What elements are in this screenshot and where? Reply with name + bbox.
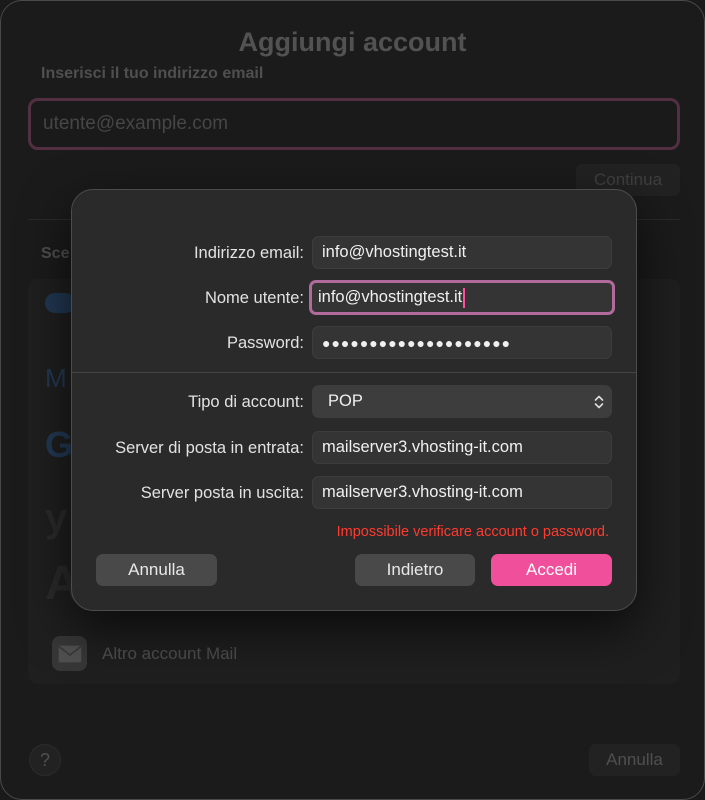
envelope-icon[interactable] (52, 636, 87, 671)
username-value: info@vhostingtest.it (318, 288, 463, 306)
sheet-divider (72, 372, 636, 373)
google-icon[interactable]: G (45, 424, 73, 466)
sign-in-button[interactable]: Accedi (491, 554, 612, 586)
account-type-select[interactable]: POP (312, 385, 612, 418)
error-message: Impossibile verificare account o passwor… (336, 524, 609, 540)
email-input[interactable] (28, 98, 680, 150)
window-title: Aggiungi account (238, 27, 467, 57)
text-caret (463, 287, 466, 308)
help-button[interactable]: ? (29, 744, 61, 776)
password-field[interactable]: ●●●●●●●●●●●●●●●●●●●● (312, 326, 612, 359)
account-type-value: POP (328, 392, 363, 410)
incoming-server-field[interactable] (312, 431, 612, 464)
email-address-field[interactable] (312, 236, 612, 269)
envelope-glyph (57, 644, 82, 663)
yahoo-icon[interactable]: y (45, 496, 67, 541)
account-settings-sheet: Indirizzo email: Nome utente: info@vhost… (71, 189, 637, 611)
microsoft-icon[interactable]: M (45, 363, 67, 394)
email-address-label: Indirizzo email: (193, 244, 304, 262)
incoming-server-label: Server di posta in entrata: (115, 439, 304, 457)
username-label: Nome utente: (204, 289, 304, 307)
account-type-label: Tipo di account: (188, 393, 304, 411)
username-field[interactable]: info@vhostingtest.it (309, 280, 615, 315)
outgoing-server-field[interactable] (312, 476, 612, 509)
password-dots: ●●●●●●●●●●●●●●●●●●●● (322, 334, 512, 351)
email-prompt-label: Inserisci il tuo indirizzo email (41, 65, 264, 82)
chevron-up-down-icon (586, 395, 612, 409)
password-label: Password: (226, 334, 304, 352)
chevron-up-down-glyph (594, 395, 604, 408)
outgoing-server-label: Server posta in uscita: (140, 484, 304, 502)
other-mail-account-item[interactable]: Altro account Mail (102, 644, 237, 664)
choose-provider-label: Sce (41, 245, 70, 262)
window-cancel-button[interactable]: Annulla (589, 744, 680, 776)
back-button[interactable]: Indietro (355, 554, 475, 586)
cancel-button[interactable]: Annulla (96, 554, 217, 586)
